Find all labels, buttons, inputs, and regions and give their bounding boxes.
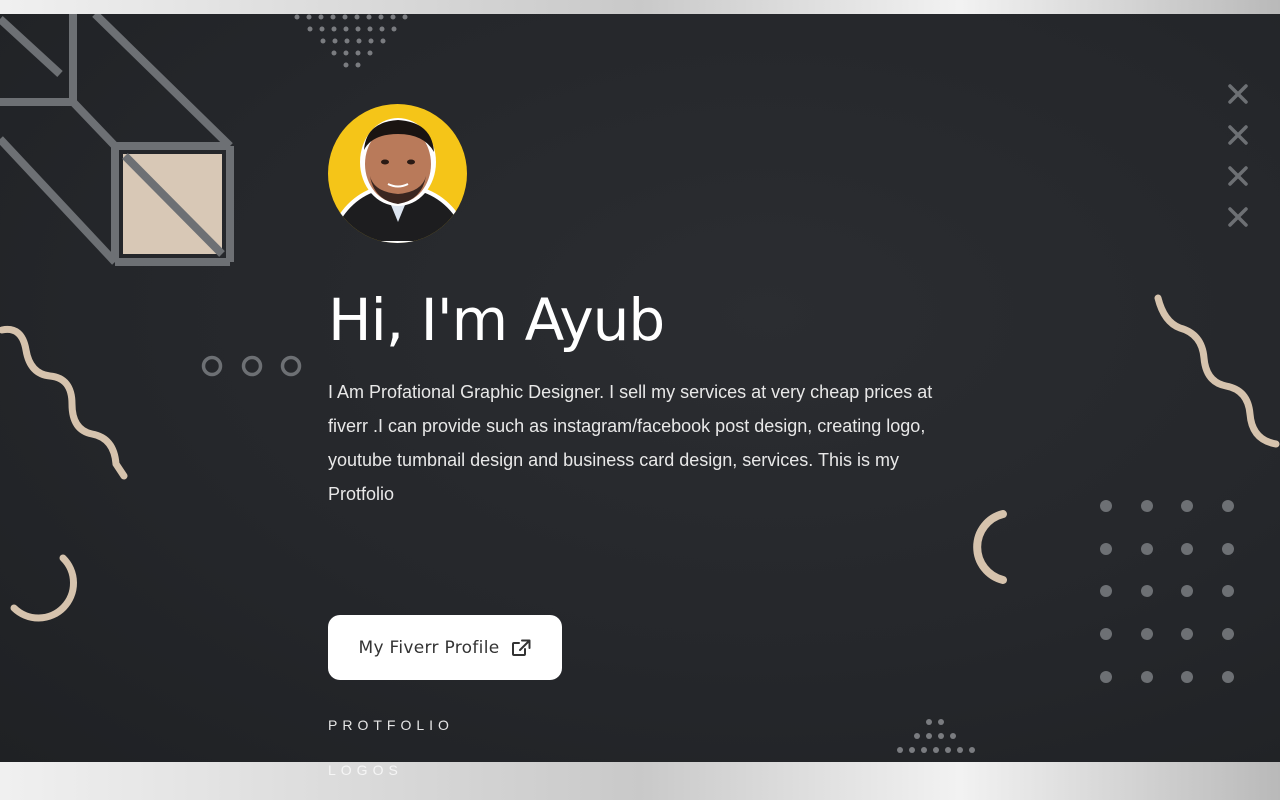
circles-decoration: [201, 355, 302, 377]
hero-bio: I Am Profational Graphic Designer. I sel…: [328, 382, 933, 504]
portfolio-section-label: PROTFOLIO: [328, 717, 454, 733]
arc-decoration-right: [973, 510, 1007, 584]
cross-marks-decoration: [1228, 84, 1248, 227]
squiggle-decoration-right: [1154, 294, 1280, 448]
person-portrait-icon: [328, 118, 467, 243]
external-link-icon: [511, 639, 531, 657]
dot-triangle-decoration: [294, 14, 408, 68]
logos-section-label: LOGOS: [328, 762, 403, 778]
geometric-cube-decoration: [0, 14, 234, 266]
fiverr-profile-button-label: My Fiverr Profile: [358, 637, 500, 658]
dot-grid-decoration: [1100, 500, 1234, 683]
arc-decoration-left: [10, 554, 77, 622]
fiverr-profile-button[interactable]: My Fiverr Profile: [328, 615, 562, 680]
squiggle-decoration-left: [0, 325, 128, 480]
profile-avatar: [328, 104, 467, 243]
dot-pyramid-decoration: [897, 719, 975, 753]
hero-section: Hi, I'm Ayub I Am Profational Graphic De…: [0, 14, 1280, 762]
hero-title: Hi, I'm Ayub: [328, 286, 665, 354]
